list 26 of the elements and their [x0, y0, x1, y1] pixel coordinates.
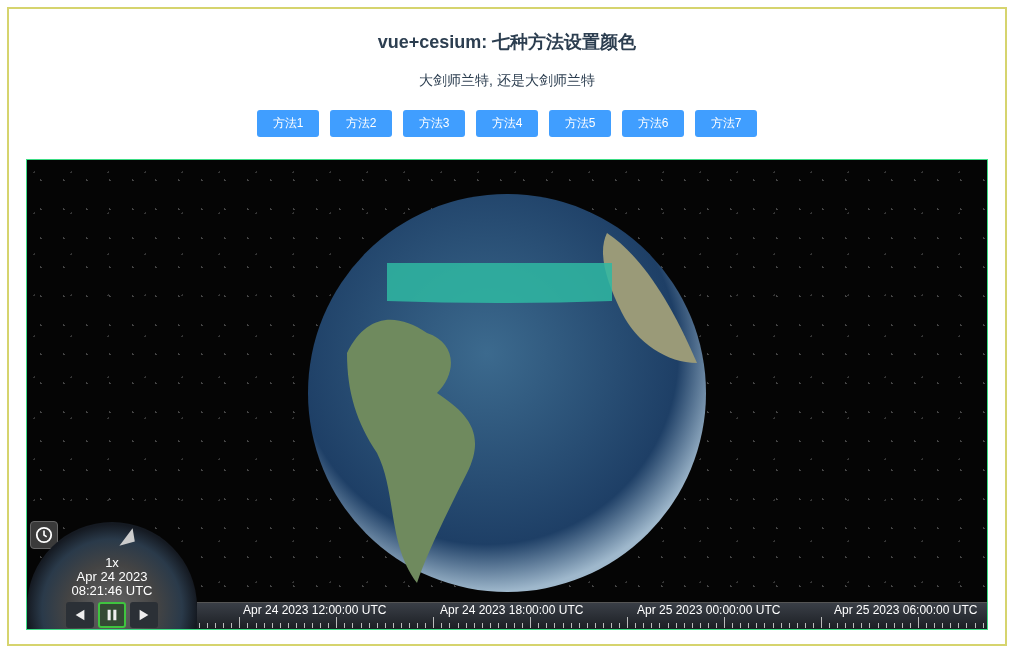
timeline-bar[interactable]: Apr 24 2023 12:00:00 UTC Apr 24 2023 18:00:00 UTC Apr 25 2023 00:00:00 UTC Apr 25 2023 06:00:00 UTC — [197, 602, 987, 629]
timeline-label: Apr 24 2023 12:00:00 UTC — [243, 603, 388, 617]
reverse-button[interactable] — [66, 602, 94, 628]
speed-text: 1x — [104, 556, 120, 570]
method-button[interactable]: 方法1 — [257, 110, 319, 137]
date-text: Apr 24 2023 — [75, 570, 149, 584]
pause-icon — [105, 608, 119, 622]
method-button[interactable]: 方法4 — [476, 110, 538, 137]
timeline-label: Apr 25 2023 00:00:00 UTC — [637, 603, 782, 617]
map-viewer[interactable]: 1x Apr 24 2023 08:21:46 UTC Apr 24 2023 12:00:00 UTC Apr 24 2023 18:00:00 UTC Apr 25 2023 00:00:00 UTC Apr 25 2023 06:00:00 UTC — [26, 159, 988, 630]
method-button[interactable]: 方法3 — [403, 110, 465, 137]
animation-dial[interactable]: 1x Apr 24 2023 08:21:46 UTC — [27, 522, 197, 629]
time-text: 08:21:46 UTC — [71, 584, 153, 598]
method-button[interactable]: 方法6 — [622, 110, 684, 137]
method-button[interactable]: 方法7 — [695, 110, 757, 137]
page-subtitle: 大剑师兰特, 还是大剑师兰特 — [419, 72, 595, 90]
reverse-icon — [73, 608, 87, 622]
method-button[interactable]: 方法5 — [549, 110, 611, 137]
play-icon — [137, 608, 151, 622]
method-button[interactable]: 方法2 — [330, 110, 392, 137]
timeline-label: Apr 25 2023 06:00:00 UTC — [834, 603, 979, 617]
pause-button[interactable] — [98, 602, 126, 628]
page-title: vue+cesium: 七种方法设置颜色 — [377, 31, 637, 54]
play-button[interactable] — [130, 602, 158, 628]
timeline-label: Apr 24 2023 18:00:00 UTC — [440, 603, 585, 617]
clock-icon[interactable] — [30, 521, 58, 549]
